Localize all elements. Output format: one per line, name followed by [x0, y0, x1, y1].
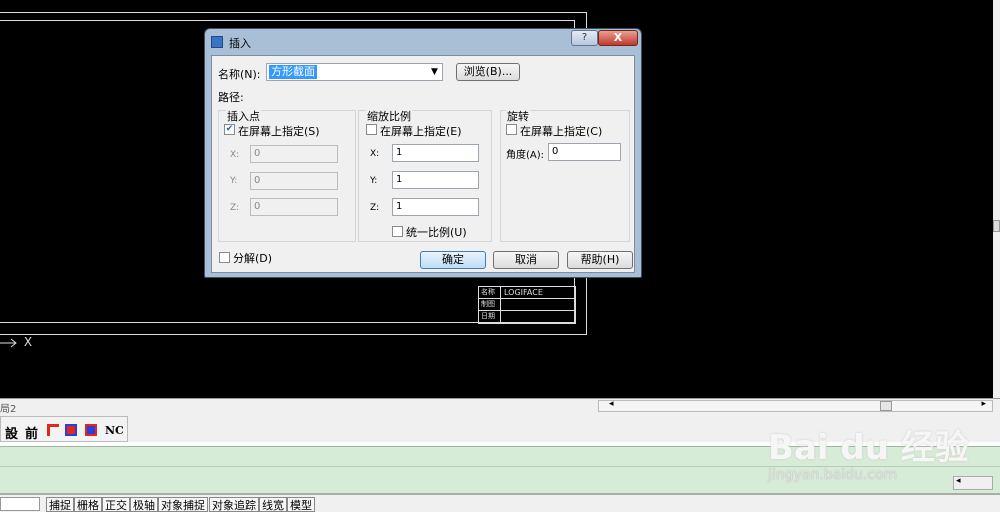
scroll-left-icon[interactable]: ◂	[609, 399, 614, 409]
insertion-z-input[interactable]: 0	[250, 198, 338, 216]
help-button[interactable]: 帮助(H)	[567, 251, 633, 269]
vertical-scrollbar[interactable]	[993, 0, 1000, 398]
nc-icon[interactable]: NC	[105, 424, 124, 437]
toolbar-item-front[interactable]: 前	[25, 423, 38, 442]
close-button[interactable]: X	[598, 30, 638, 46]
title-block-row: 名称 LOGIFACE	[479, 287, 575, 299]
frame-icon[interactable]	[65, 424, 77, 436]
dialog-titlebar[interactable]: 插入 ? X	[205, 29, 641, 55]
scale-x-label: X:	[370, 149, 380, 159]
cancel-button[interactable]: 取消	[493, 251, 559, 269]
status-grid-button[interactable]: 栅格	[74, 497, 102, 512]
explode-label: 分解(D)	[233, 252, 273, 265]
box-icon[interactable]	[85, 424, 97, 436]
coordinate-display	[0, 497, 40, 511]
path-label: 路径:	[218, 91, 244, 104]
insertion-specify-checkbox[interactable]: ✔	[224, 124, 235, 135]
horizontal-scrollbar[interactable]: ◂ ▸	[598, 399, 993, 412]
rotation-label: 旋转	[506, 108, 530, 124]
toolbar-item-design[interactable]: 設	[5, 423, 18, 442]
title-block: 名称 LOGIFACE 制图 日期	[478, 286, 576, 324]
status-bar: 捕捉 栅格 正交 极轴 对象捕捉 对象追踪 线宽 模型	[0, 494, 1000, 512]
title-block-label: 日期	[479, 311, 501, 322]
insertion-y-label: Y:	[230, 176, 238, 186]
title-help-button[interactable]: ?	[571, 30, 598, 46]
insert-block-icon	[211, 36, 223, 48]
insertion-x-input[interactable]: 0	[250, 145, 338, 163]
title-block-row: 日期	[479, 311, 575, 322]
scale-x-input[interactable]: 1	[392, 144, 479, 162]
angle-input[interactable]: 0	[548, 143, 621, 161]
title-block-value: LOGIFACE	[504, 288, 543, 297]
scale-z-input[interactable]: 1	[392, 198, 479, 216]
status-lineweight-button[interactable]: 线宽	[259, 497, 287, 512]
status-model-button[interactable]: 模型	[287, 497, 315, 512]
ok-button[interactable]: 确定	[420, 251, 486, 269]
layout-tab[interactable]: 局2	[0, 400, 16, 415]
scale-label: 缩放比例	[366, 108, 412, 124]
insert-dialog: 插入 ? X 名称(N): 方形截面 ▼ 浏览(B)... 路径: 插入点 ✔ …	[204, 28, 642, 278]
rotation-specify-label: 在屏幕上指定(C)	[520, 125, 603, 138]
chevron-down-icon[interactable]: ▼	[427, 64, 442, 80]
status-osnap-button[interactable]: 对象捕捉	[158, 497, 208, 512]
toolbar-group: 設 前 NC	[0, 416, 128, 442]
ucs-x-label: X	[23, 335, 33, 349]
insertion-point-label: 插入点	[226, 108, 261, 124]
title-block-label: 名称	[479, 287, 501, 298]
scale-specify-checkbox[interactable]	[366, 124, 377, 135]
insertion-x-label: X:	[230, 150, 240, 160]
watermark-url: jingyan.baidu.com	[768, 467, 898, 483]
status-otrack-button[interactable]: 对象追踪	[209, 497, 259, 512]
status-polar-button[interactable]: 极轴	[130, 497, 158, 512]
rotation-specify-checkbox[interactable]	[506, 124, 517, 135]
dialog-body: 名称(N): 方形截面 ▼ 浏览(B)... 路径: 插入点 ✔ 在屏幕上指定(…	[211, 55, 635, 273]
status-snap-button[interactable]: 捕捉	[46, 497, 74, 512]
scale-y-label: Y:	[370, 176, 378, 186]
browse-button[interactable]: 浏览(B)...	[456, 63, 520, 81]
insertion-y-input[interactable]: 0	[250, 172, 338, 190]
title-block-row: 制图	[479, 299, 575, 311]
scale-specify-label: 在屏幕上指定(E)	[380, 125, 462, 138]
explode-checkbox[interactable]	[219, 252, 230, 263]
dialog-title: 插入	[229, 37, 251, 50]
status-ortho-button[interactable]: 正交	[102, 497, 130, 512]
title-block-label: 制图	[479, 299, 501, 310]
scale-z-label: Z:	[370, 203, 380, 213]
insertion-z-label: Z:	[230, 203, 240, 213]
uniform-scale-checkbox[interactable]	[392, 226, 403, 237]
scroll-left-icon[interactable]: ◂	[956, 476, 961, 486]
insertion-specify-label: 在屏幕上指定(S)	[238, 125, 320, 138]
uniform-scale-label: 统一比例(U)	[406, 226, 467, 239]
baidu-watermark: Bai du 经验	[768, 428, 969, 468]
angle-label: 角度(A):	[506, 150, 545, 161]
horizontal-scroll-thumb[interactable]	[880, 401, 892, 411]
scroll-right-icon[interactable]: ▸	[981, 399, 986, 409]
corner-icon[interactable]	[47, 424, 59, 436]
name-combobox[interactable]: 方形截面 ▼	[266, 63, 443, 81]
name-selected-value: 方形截面	[269, 65, 317, 79]
ucs-arrow-icon	[0, 338, 17, 347]
name-label: 名称(N):	[218, 68, 261, 81]
command-scrollbar[interactable]: ◂	[953, 476, 993, 490]
ucs-icon: X	[0, 335, 32, 349]
scale-y-input[interactable]: 1	[392, 171, 479, 189]
vertical-scroll-thumb[interactable]	[993, 220, 1000, 232]
